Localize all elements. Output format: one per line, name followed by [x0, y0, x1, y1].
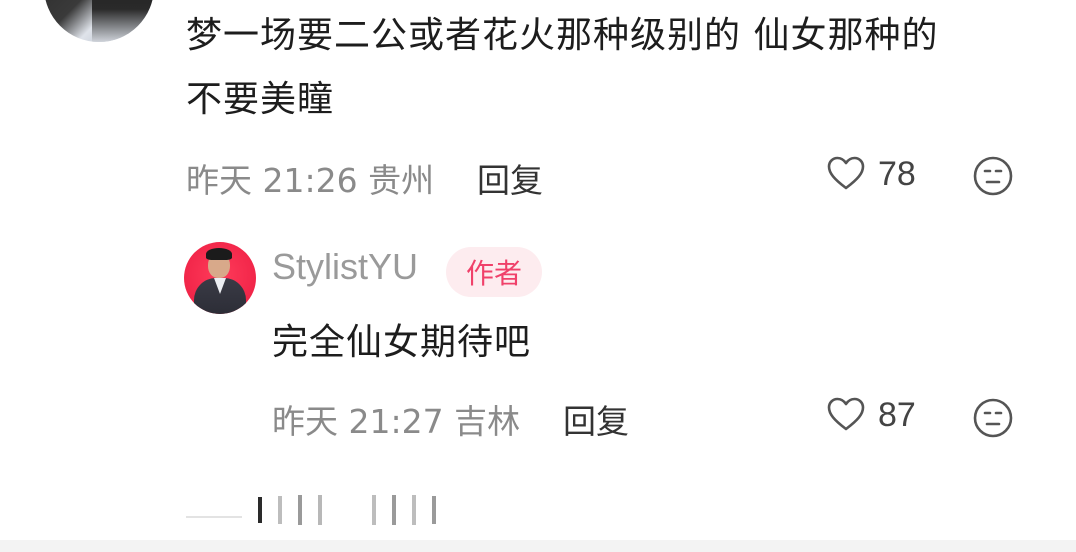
reply-button[interactable]: 回复 [477, 154, 543, 202]
comment-text-line-1: 梦一场要二公或者花火那种级别的 仙女那种的 [186, 15, 939, 56]
unhappy-face-icon[interactable] [972, 397, 1014, 439]
comment-meta: 昨天 21:26 贵州 [186, 161, 435, 200]
expand-replies-button[interactable] [258, 490, 452, 530]
reply-meta: 昨天 21:27 吉林 [272, 402, 521, 441]
author-badge: 作者 [446, 247, 542, 297]
placeholder-bar [298, 495, 302, 525]
bottom-separator [0, 540, 1076, 552]
avatar-hair [92, 0, 154, 42]
placeholder-bar [392, 495, 396, 525]
like-button[interactable]: 78 [826, 154, 916, 194]
placeholder-bar [372, 495, 376, 525]
placeholder-bar [412, 495, 416, 525]
comment-thread: 梦一场要二公或者花火那种级别的 仙女那种的 不要美瞳 昨天 21:26 贵州 回… [0, 0, 1076, 552]
reply-text: 完全仙女期待吧 [272, 322, 532, 363]
reply-button[interactable]: 回复 [563, 395, 629, 443]
comment-text-line-2: 不要美瞳 [186, 79, 335, 120]
heart-outline-icon [826, 154, 866, 194]
reply-divider [186, 516, 242, 518]
placeholder-bar [278, 496, 282, 524]
placeholder-bar [318, 495, 322, 525]
avatar-hair [206, 248, 232, 260]
author-avatar[interactable] [184, 242, 256, 314]
like-button[interactable]: 87 [826, 395, 916, 435]
heart-outline-icon [826, 395, 866, 435]
like-count: 78 [878, 154, 916, 193]
username[interactable]: StylistYU [272, 246, 418, 288]
user-avatar[interactable] [44, 0, 154, 42]
like-count: 87 [878, 395, 916, 434]
placeholder-bar [432, 496, 436, 524]
placeholder-bar [258, 497, 262, 523]
unhappy-face-icon[interactable] [972, 155, 1014, 197]
